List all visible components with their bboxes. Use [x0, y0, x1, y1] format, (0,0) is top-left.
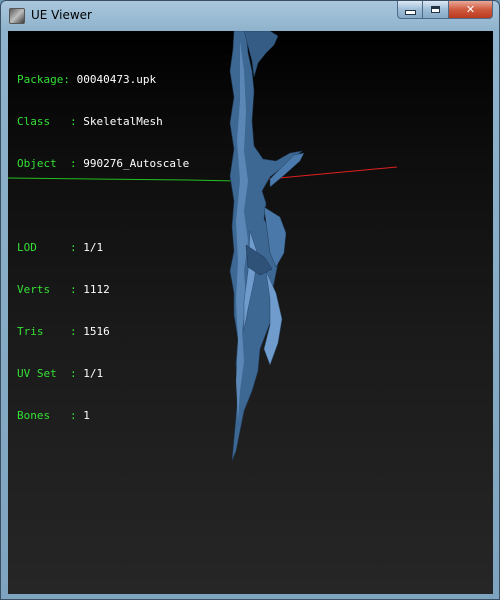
- mesh-info-overlay: Package: 00040473.upk Class : SkeletalMe…: [17, 45, 189, 451]
- info-value: 990276_Autoscale: [83, 157, 190, 170]
- info-value: 1/1: [83, 241, 104, 254]
- title-bar[interactable]: UE Viewer ✕: [1, 1, 499, 31]
- info-row-lod: LOD : 1/1: [17, 241, 189, 255]
- info-row-object: Object : 990276_Autoscale: [17, 157, 189, 171]
- close-icon: ✕: [465, 3, 476, 16]
- info-row-verts: Verts : 1112: [17, 283, 189, 297]
- minimize-button[interactable]: [397, 1, 423, 19]
- info-row-bones: Bones : 1: [17, 409, 189, 423]
- info-row-tris: Tris : 1516: [17, 325, 189, 339]
- maximize-button[interactable]: [423, 1, 449, 19]
- info-label: Tris :: [17, 325, 84, 338]
- maximize-icon: [431, 6, 440, 13]
- info-row-package: Package: 00040473.upk: [17, 73, 189, 87]
- info-label: Verts :: [17, 283, 84, 296]
- minimize-icon: [404, 10, 416, 15]
- info-value: 1/1: [83, 367, 104, 380]
- info-label: Class :: [17, 115, 84, 128]
- app-window: UE Viewer ✕ Package: 00040473.upk Class …: [0, 0, 500, 600]
- info-value: 00040473.upk: [76, 73, 157, 86]
- skeletal-mesh-model[interactable]: [229, 31, 305, 462]
- 3d-viewport[interactable]: Package: 00040473.upk Class : SkeletalMe…: [8, 31, 493, 594]
- info-value: 1: [83, 409, 90, 422]
- info-label: LOD :: [17, 241, 84, 254]
- info-label: Object :: [17, 157, 84, 170]
- info-row-class: Class : SkeletalMesh: [17, 115, 189, 129]
- info-label: Package:: [17, 73, 77, 86]
- info-value: 1112: [83, 283, 110, 296]
- info-label: Bones :: [17, 409, 84, 422]
- info-value: 1516: [83, 325, 110, 338]
- window-title: UE Viewer: [31, 8, 92, 22]
- info-label: UV Set :: [17, 367, 84, 380]
- info-row-uvset: UV Set : 1/1: [17, 367, 189, 381]
- caption-buttons: ✕: [397, 1, 493, 21]
- close-button[interactable]: ✕: [449, 1, 493, 19]
- ue-viewer-app-icon[interactable]: [9, 8, 25, 24]
- info-value: SkeletalMesh: [83, 115, 163, 128]
